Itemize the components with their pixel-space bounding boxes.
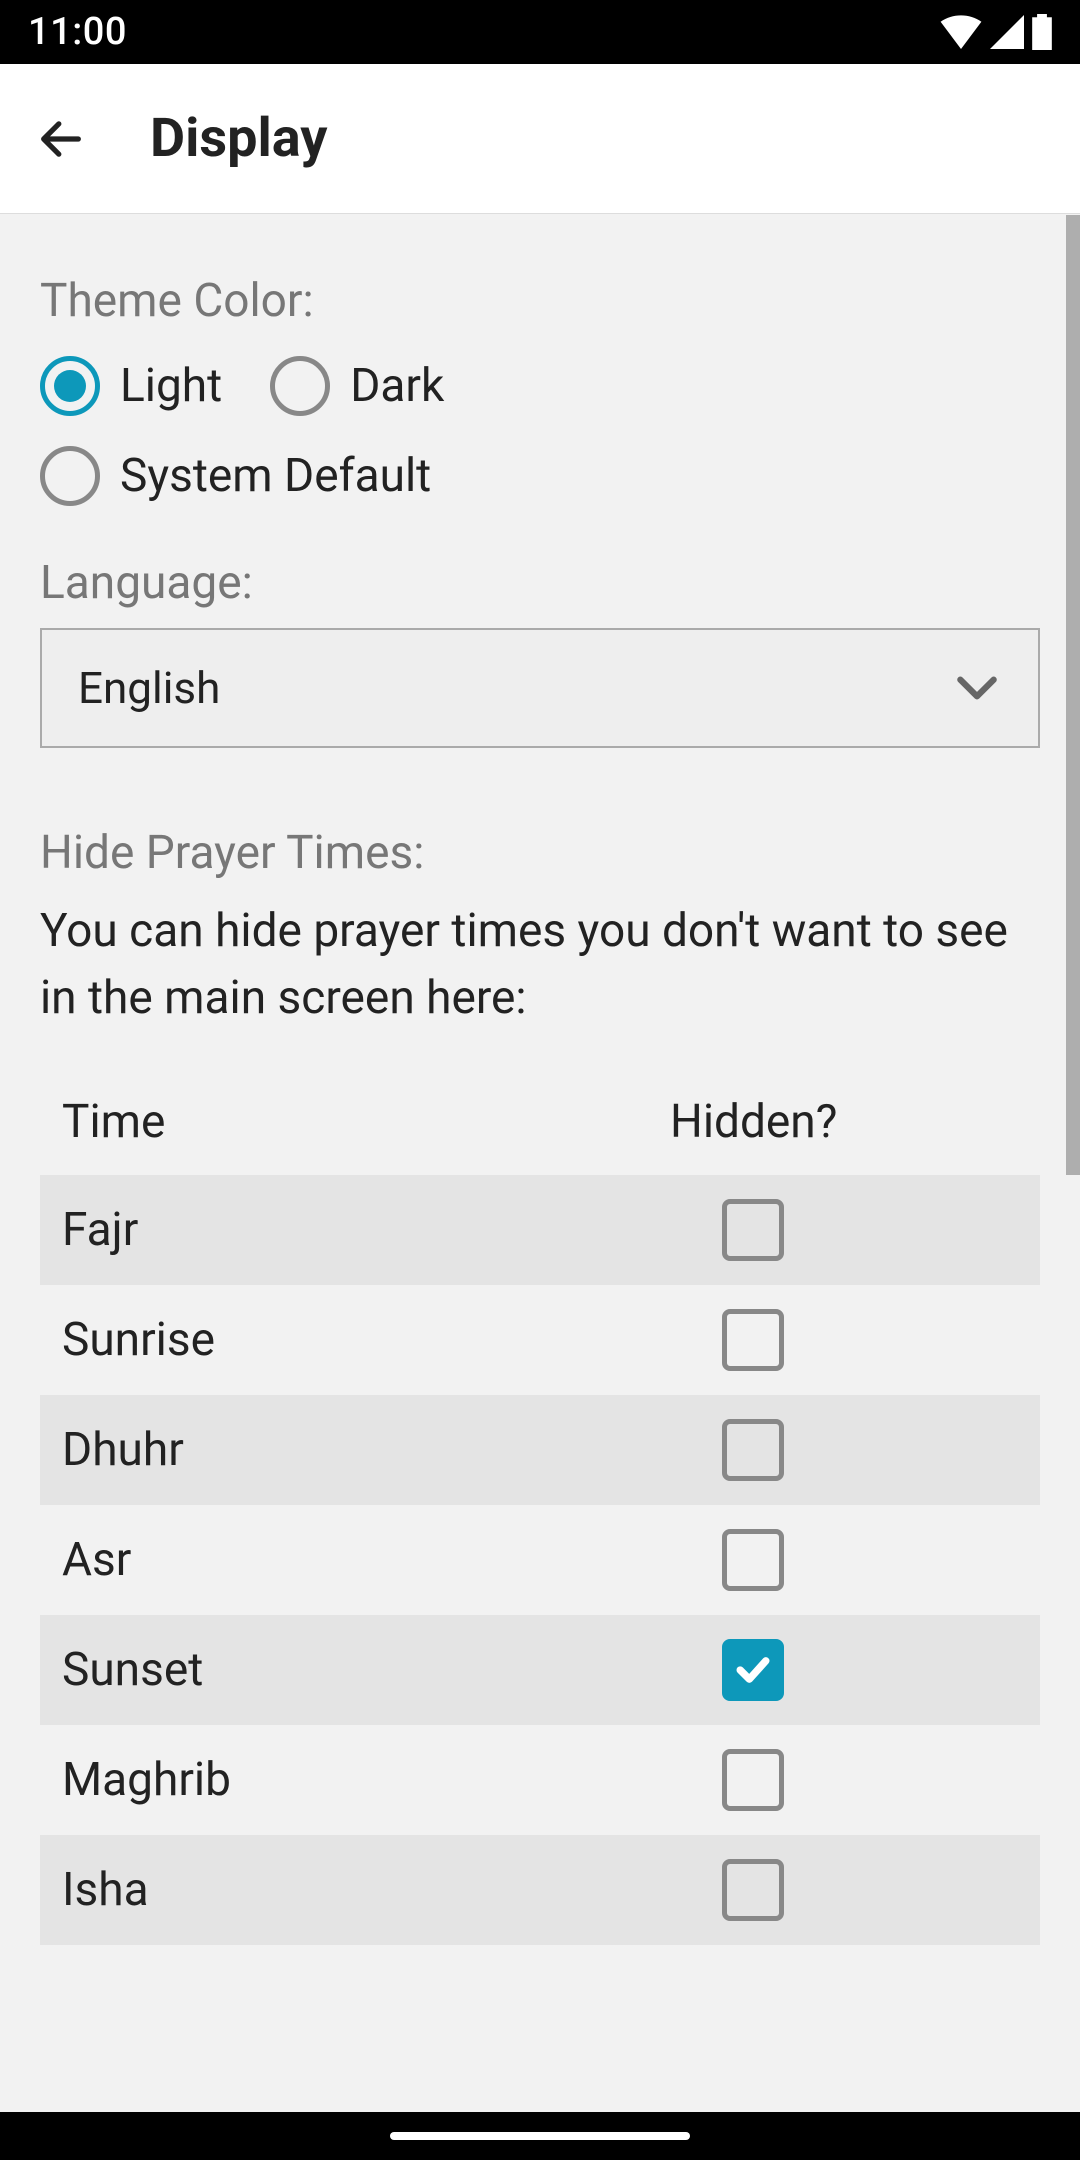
prayer-hidden-cell: [690, 1309, 1040, 1371]
prayer-hidden-checkbox[interactable]: [722, 1199, 784, 1261]
prayer-hidden-cell: [690, 1199, 1040, 1261]
table-row: Sunrise: [40, 1285, 1040, 1395]
table-row: Sunset: [40, 1615, 1040, 1725]
status-icons: [940, 14, 1052, 50]
prayer-hidden-checkbox[interactable]: [722, 1639, 784, 1701]
nav-bar: [0, 2112, 1080, 2160]
table-row: Asr: [40, 1505, 1040, 1615]
prayer-name: Sunrise: [40, 1313, 690, 1367]
content-area: Theme Color: Light Dark System Default L…: [0, 214, 1080, 1945]
prayer-hidden-checkbox[interactable]: [722, 1749, 784, 1811]
prayer-name: Sunset: [40, 1643, 690, 1697]
prayer-hidden-cell: [690, 1419, 1040, 1481]
radio-icon: [270, 356, 330, 416]
prayer-hidden-cell: [690, 1529, 1040, 1591]
arrow-back-icon: [35, 113, 87, 165]
scrollbar[interactable]: [1066, 215, 1080, 1175]
app-bar: Display: [0, 64, 1080, 214]
cell-signal-icon: [990, 15, 1024, 49]
col-header-hidden: Hidden?: [670, 1095, 1040, 1149]
status-time: 11:00: [28, 10, 127, 54]
theme-dark-label: Dark: [350, 359, 444, 413]
col-header-time: Time: [40, 1095, 670, 1149]
theme-label: Theme Color:: [40, 274, 1040, 328]
theme-system-label: System Default: [120, 449, 431, 503]
language-selected-value: English: [78, 662, 220, 714]
battery-icon: [1032, 14, 1052, 50]
prayer-name: Asr: [40, 1533, 690, 1587]
home-indicator[interactable]: [390, 2132, 690, 2140]
prayer-hidden-checkbox[interactable]: [722, 1859, 784, 1921]
theme-radio-system[interactable]: System Default: [40, 436, 992, 516]
back-button[interactable]: [32, 110, 90, 168]
prayer-hidden-cell: [690, 1749, 1040, 1811]
prayer-hidden-checkbox[interactable]: [722, 1419, 784, 1481]
prayer-name: Dhuhr: [40, 1423, 690, 1477]
prayer-hidden-cell: [690, 1859, 1040, 1921]
theme-light-label: Light: [120, 359, 222, 413]
hide-prayers-label: Hide Prayer Times:: [40, 826, 1040, 880]
table-row: Dhuhr: [40, 1395, 1040, 1505]
table-row: Fajr: [40, 1175, 1040, 1285]
table-row: Maghrib: [40, 1725, 1040, 1835]
page-title: Display: [150, 107, 327, 170]
status-bar: 11:00: [0, 0, 1080, 64]
prayer-name: Fajr: [40, 1203, 690, 1257]
prayer-table-body: Fajr Sunrise Dhuhr Asr Sunset Maghrib Isha: [40, 1175, 1040, 1945]
prayer-name: Maghrib: [40, 1753, 690, 1807]
theme-radio-group: Light Dark System Default: [40, 346, 1040, 526]
chevron-down-icon: [952, 663, 1002, 713]
prayer-name: Isha: [40, 1863, 690, 1917]
hide-prayers-description: You can hide prayer times you don't want…: [40, 898, 1040, 1031]
prayer-table-header: Time Hidden?: [40, 1069, 1040, 1175]
theme-radio-dark[interactable]: Dark: [270, 346, 444, 426]
prayer-hidden-cell: [690, 1639, 1040, 1701]
language-select[interactable]: English: [40, 628, 1040, 748]
radio-icon: [40, 446, 100, 506]
radio-icon: [40, 356, 100, 416]
table-row: Isha: [40, 1835, 1040, 1945]
language-label: Language:: [40, 556, 1040, 610]
theme-radio-light[interactable]: Light: [40, 346, 222, 426]
prayer-hidden-checkbox[interactable]: [722, 1309, 784, 1371]
prayer-hidden-checkbox[interactable]: [722, 1529, 784, 1591]
wifi-icon: [940, 15, 982, 49]
